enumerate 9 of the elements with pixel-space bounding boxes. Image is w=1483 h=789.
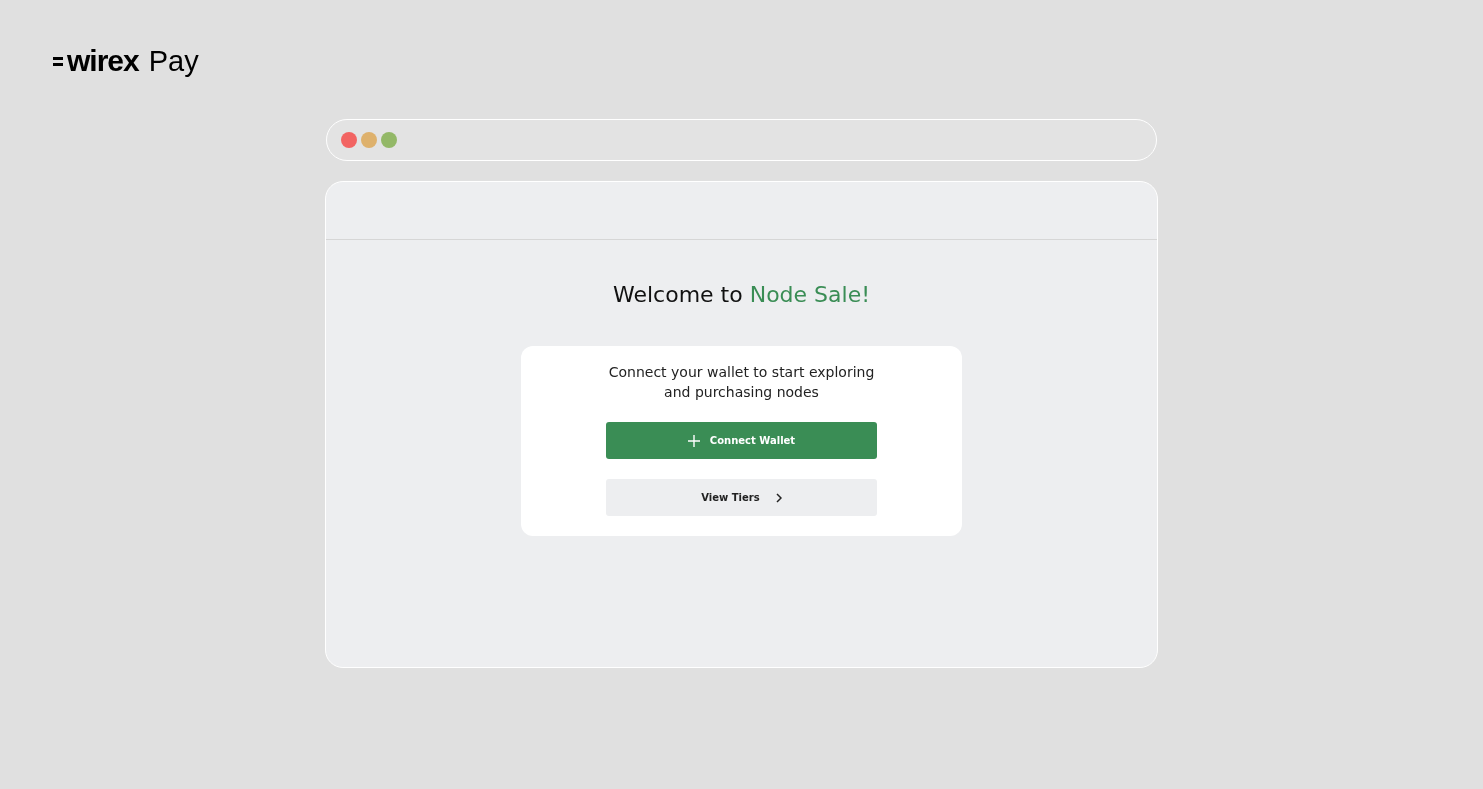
plus-icon <box>687 434 700 447</box>
brand-logo: wirex <box>67 46 139 76</box>
view-tiers-button[interactable]: View Tiers <box>606 479 877 516</box>
chevron-right-icon <box>775 492 782 503</box>
dash-lines-icon <box>53 54 63 68</box>
connect-message: Connect your wallet to start exploring and purchasing nodes <box>607 363 876 402</box>
welcome-heading: Welcome to Node Sale! <box>612 282 870 307</box>
product-name: Pay <box>148 46 199 76</box>
connect-wallet-button[interactable]: Connect Wallet <box>606 422 877 459</box>
